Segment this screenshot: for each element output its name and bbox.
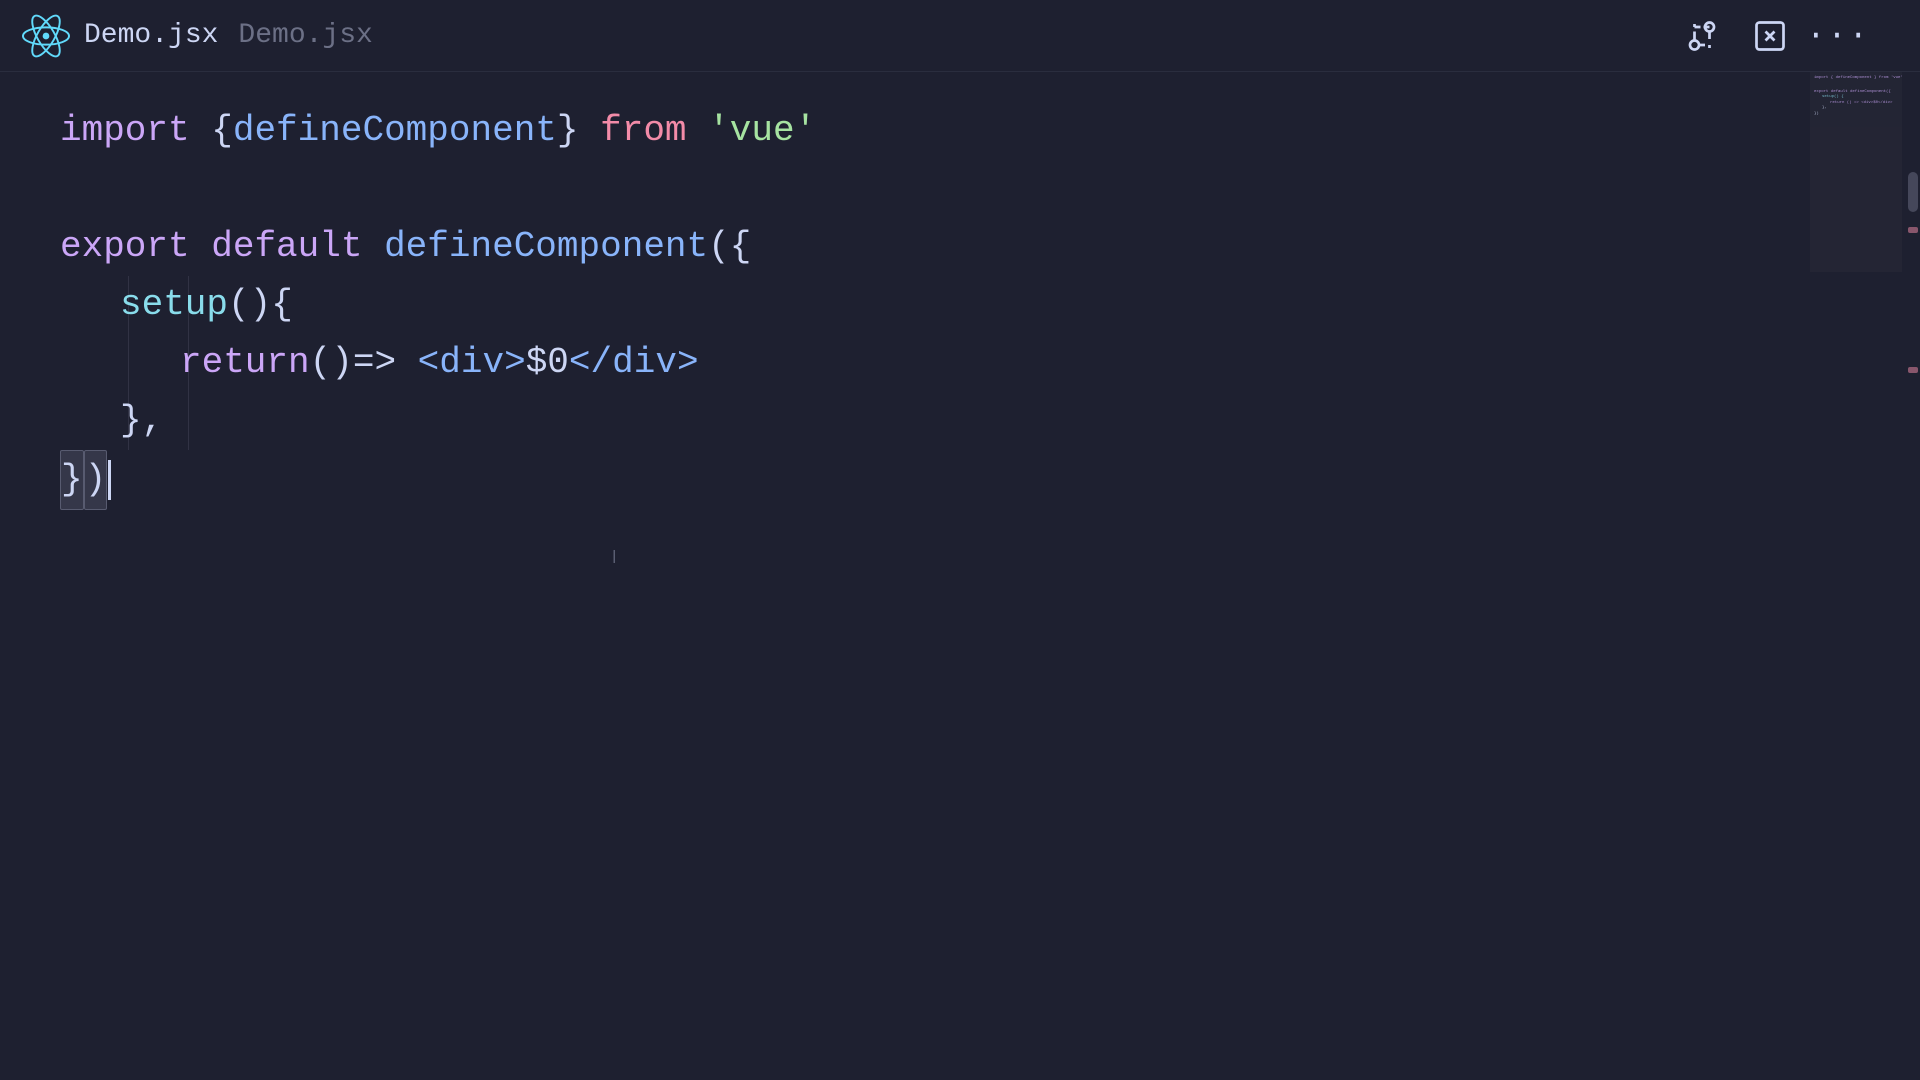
- close-icon-button[interactable]: [1748, 14, 1792, 58]
- code-line-6: } ,: [60, 392, 1860, 450]
- token-comma: ,: [142, 392, 164, 450]
- token-div-open: <: [396, 334, 439, 392]
- tab-bar: Demo.jsx Demo.jsx ···: [0, 0, 1920, 72]
- token-from: from: [600, 102, 686, 160]
- token-brace-open: {: [211, 102, 233, 160]
- mouse-cursor-pos: |: [610, 522, 618, 580]
- code-line-3: export default defineComponent ( {: [60, 218, 1860, 276]
- code-line-4: setup () {: [60, 276, 1860, 334]
- token-return: return: [180, 334, 310, 392]
- token-outer-brace-close: }: [60, 450, 84, 510]
- token-setup: setup: [120, 276, 228, 334]
- token-brace-close: }: [557, 102, 579, 160]
- token-outer-paren-close: ): [84, 450, 108, 510]
- token-paren-open: (: [708, 218, 730, 276]
- more-options-button[interactable]: ···: [1816, 14, 1860, 58]
- token-placeholder: $0: [526, 334, 569, 392]
- tab-inactive-label: Demo.jsx: [238, 20, 372, 51]
- app-logo: [20, 10, 72, 62]
- diff-icon-button[interactable]: [1680, 14, 1724, 58]
- token-ret-paren-close: ): [331, 334, 353, 392]
- tab-active[interactable]: Demo.jsx: [84, 20, 218, 51]
- token-arrow: =>: [353, 334, 396, 392]
- text-cursor: [108, 460, 111, 500]
- code-line-5: return ( ) => <div> $0 </div>: [60, 334, 1860, 392]
- token-obj-brace-open: {: [730, 218, 752, 276]
- token-define-component-1: defineComponent: [233, 102, 557, 160]
- tab-icon-group: ···: [1680, 14, 1860, 58]
- tab-inactive[interactable]: Demo.jsx: [238, 20, 372, 51]
- token-ret-paren-open: (: [310, 334, 332, 392]
- code-line-1: import { defineComponent } from 'vue': [60, 102, 1860, 160]
- token-div-close: </: [569, 334, 612, 392]
- token-setup-parens: (): [228, 276, 271, 334]
- tab-active-label: Demo.jsx: [84, 20, 218, 51]
- token-import: import: [60, 102, 190, 160]
- token-default: default: [211, 218, 362, 276]
- code-line-7: } ): [60, 450, 1860, 510]
- token-vue-module: 'vue': [708, 102, 816, 160]
- code-editor[interactable]: import { defineComponent } from 'vue' ex…: [0, 72, 1920, 540]
- token-setup-close-brace: }: [120, 392, 142, 450]
- token-define-component-2: defineComponent: [384, 218, 708, 276]
- token-export: export: [60, 218, 190, 276]
- token-setup-brace: {: [271, 276, 293, 334]
- code-line-empty: [60, 160, 1860, 218]
